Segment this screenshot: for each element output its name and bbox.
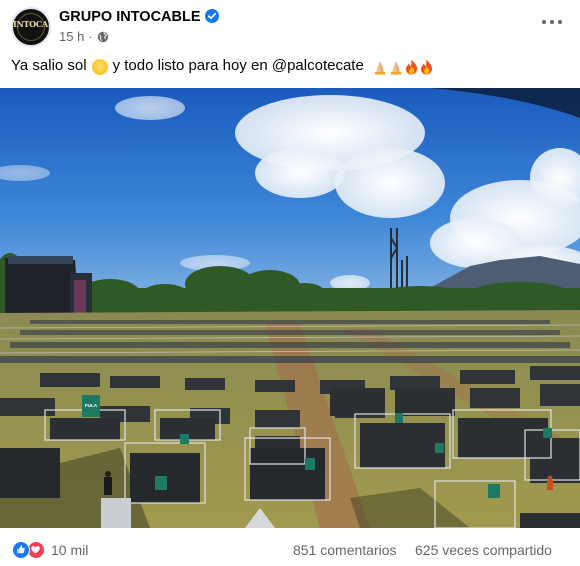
stadium-photo: PULA (0, 88, 580, 528)
post-text-part1: Ya salio sol (11, 57, 87, 74)
reaction-count: 10 mil (51, 542, 89, 558)
comments-count-link[interactable]: 851 comentarios (293, 542, 397, 558)
post-header: INTOCABLE GRUPO INTOCABLE 15 h · (0, 0, 580, 52)
folded-hands-emoji-icon (390, 60, 401, 74)
photo-sign-label: PULA (85, 403, 98, 408)
folded-hands-emoji-icon (374, 60, 385, 74)
verified-badge-icon (205, 9, 219, 23)
sun-emoji-icon (91, 58, 108, 75)
post-meta: 15 h · (59, 29, 109, 44)
post-text-part2: y todo listo para hoy en @palcotecate (112, 57, 364, 74)
post-text: Ya salio sol y todo listo para hoy en @p… (11, 57, 434, 75)
fire-emoji-icon (420, 59, 432, 74)
avatar-logo-text: INTOCABLE (13, 19, 49, 29)
meta-separator: · (88, 29, 93, 44)
fire-emoji-icon (405, 59, 417, 74)
post-time[interactable]: 15 h (59, 29, 84, 44)
globe-icon[interactable] (97, 31, 109, 43)
like-reaction-icon (12, 541, 30, 559)
page-name[interactable]: GRUPO INTOCABLE (59, 9, 201, 25)
more-options-icon[interactable] (542, 16, 562, 28)
avatar[interactable]: INTOCABLE (11, 7, 51, 47)
post-footer: 10 mil 851 comentarios 625 veces compart… (0, 528, 580, 566)
shares-count-link[interactable]: 625 veces compartido (415, 542, 552, 558)
reactions-summary[interactable]: 10 mil (12, 541, 88, 559)
post-photo[interactable]: PULA (0, 88, 580, 528)
